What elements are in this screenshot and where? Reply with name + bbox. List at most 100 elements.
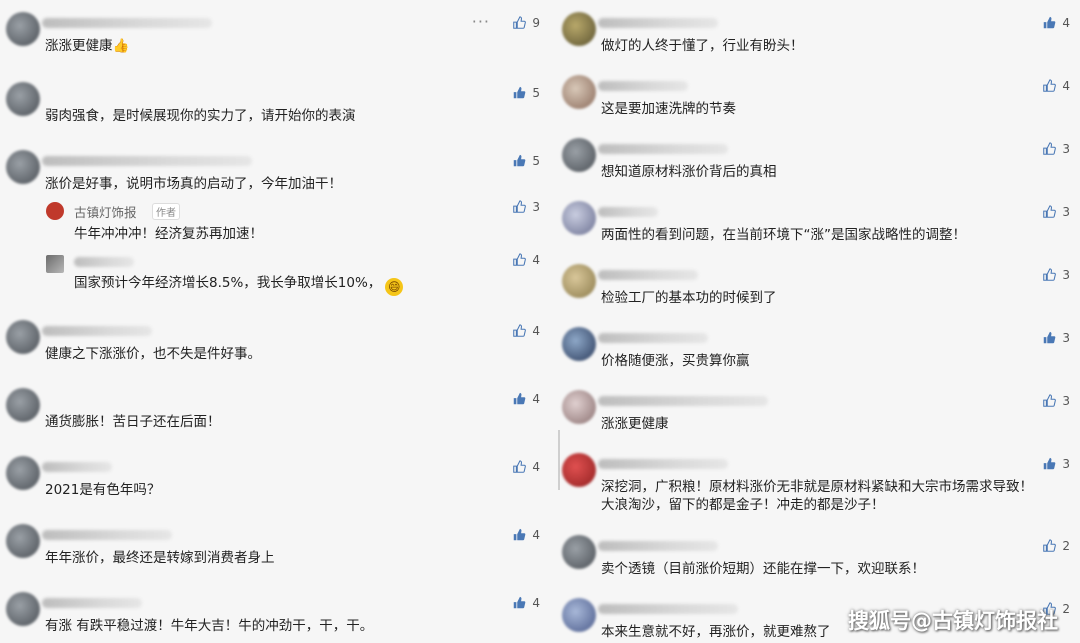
thumb-up-filled-icon: [512, 596, 526, 610]
reply-text: 牛年冲冲冲！经济复苏再加速！: [74, 226, 263, 242]
avatar[interactable]: [6, 82, 40, 116]
avatar[interactable]: [6, 456, 40, 490]
like-button[interactable]: 4: [512, 460, 540, 474]
username-blurred: [42, 156, 252, 166]
avatar[interactable]: [6, 12, 40, 46]
like-button[interactable]: 2: [1042, 539, 1070, 553]
username-blurred: [42, 598, 142, 608]
comment-text: 弱肉强食，是时候展现你的实力了，请开始你的表演: [45, 108, 356, 124]
like-count: 3: [1062, 331, 1070, 345]
like-count: 4: [532, 528, 540, 542]
avatar[interactable]: [562, 535, 596, 569]
comment-text: 价格随便涨，买贵算你赢: [601, 353, 750, 369]
username-blurred: [598, 604, 738, 614]
like-count: 5: [532, 154, 540, 168]
like-button[interactable]: 4: [512, 324, 540, 338]
avatar[interactable]: [46, 255, 64, 273]
like-button[interactable]: 3: [1042, 394, 1070, 408]
like-count: 4: [1062, 16, 1070, 30]
thumb-up-filled-icon: [512, 154, 526, 168]
avatar[interactable]: [562, 327, 596, 361]
username-blurred: [42, 18, 212, 28]
username-blurred: [42, 462, 112, 472]
like-button[interactable]: 4: [512, 392, 540, 406]
avatar[interactable]: [562, 12, 596, 46]
thumb-up-outline-icon: [512, 16, 527, 30]
avatar[interactable]: [6, 150, 40, 184]
avatar[interactable]: [6, 592, 40, 626]
username-blurred: [42, 530, 172, 540]
like-button[interactable]: 5: [512, 86, 540, 100]
avatar[interactable]: [562, 453, 596, 487]
author-avatar[interactable]: [46, 202, 64, 220]
like-count: 3: [1062, 394, 1070, 408]
username-blurred: [598, 270, 698, 280]
comment-text: 做灯的人终于懂了，行业有盼头！: [601, 38, 804, 54]
username-blurred: [74, 257, 134, 267]
thumb-up-filled-icon: [1042, 16, 1056, 30]
thumb-up-outline-icon: [1042, 79, 1057, 93]
like-button[interactable]: 3: [1042, 268, 1070, 282]
avatar[interactable]: [562, 390, 596, 424]
comment-text: 有涨 有跌平稳过渡！牛年大吉！牛的冲劲干，干，干。: [45, 618, 374, 634]
thumb-up-outline-icon: [512, 200, 527, 214]
thumb-up-filled-icon: [512, 86, 526, 100]
like-button[interactable]: 4: [1042, 79, 1070, 93]
like-button[interactable]: 3: [512, 200, 540, 214]
avatar[interactable]: [6, 320, 40, 354]
like-button[interactable]: 3: [1042, 142, 1070, 156]
comment-text: 年年涨价，最终还是转嫁到消费者身上: [45, 550, 275, 566]
username-blurred: [598, 144, 728, 154]
avatar[interactable]: [562, 598, 596, 632]
comment-text: 检验工厂的基本功的时候到了: [601, 290, 777, 306]
like-button[interactable]: 4: [512, 253, 540, 267]
reply-author[interactable]: 古镇灯饰报: [74, 202, 137, 221]
avatar[interactable]: [6, 388, 40, 422]
like-button[interactable]: 4: [1042, 16, 1070, 30]
comment-column-left: 涨涨更健康👍 ··· 9 弱肉强食，是时候展现你的实力了，请开始你的表演 5 涨…: [0, 0, 550, 641]
like-count: 4: [1062, 79, 1070, 93]
username-blurred: [42, 326, 152, 336]
username-blurred: [598, 81, 688, 91]
like-count: 2: [1062, 602, 1070, 616]
like-count: 3: [1062, 142, 1070, 156]
comment-text: 想知道原材料涨价背后的真相: [601, 164, 777, 180]
avatar[interactable]: [562, 138, 596, 172]
comment-text: 两面性的看到问题，在当前环境下“涨”是国家战略性的调整！: [601, 227, 966, 243]
like-count: 2: [1062, 539, 1070, 553]
like-count: 4: [532, 253, 540, 267]
like-button[interactable]: 4: [512, 528, 540, 542]
username-blurred: [598, 207, 658, 217]
thumb-up-outline-icon: [512, 253, 527, 267]
like-button[interactable]: 4: [512, 596, 540, 610]
thumb-up-outline-icon: [512, 460, 527, 474]
comment-text: 这是要加速洗牌的节奏: [601, 101, 736, 117]
username-blurred: [598, 333, 708, 343]
avatar[interactable]: [562, 264, 596, 298]
like-button[interactable]: 3: [1042, 331, 1070, 345]
thumb-up-outline-icon: [1042, 394, 1057, 408]
like-button[interactable]: 3: [1042, 205, 1070, 219]
grin-emoji-icon: 😄: [385, 278, 404, 296]
username-blurred: [598, 396, 768, 406]
more-options-icon[interactable]: ···: [472, 12, 490, 31]
comment-text-line2: 大浪淘沙，留下的都是金子！冲走的都是沙子！: [601, 497, 885, 513]
comment-column-right: 做灯的人终于懂了，行业有盼头！ 4 这是要加速洗牌的节奏 4 想知道原材料涨价背…: [556, 0, 1080, 641]
like-count: 3: [1062, 205, 1070, 219]
thumb-up-outline-icon: [1042, 268, 1057, 282]
like-button[interactable]: 5: [512, 154, 540, 168]
comment-text: 2021是有色年吗？: [45, 482, 161, 498]
username-blurred: [598, 459, 728, 469]
like-count: 3: [532, 200, 540, 214]
like-button[interactable]: 9: [512, 16, 540, 30]
avatar[interactable]: [562, 75, 596, 109]
comment-text: 卖个透镜（目前涨价短期）还能在撑一下，欢迎联系！: [601, 561, 925, 577]
like-button[interactable]: 3: [1042, 457, 1070, 471]
thumb-up-outline-icon: [1042, 142, 1057, 156]
reply-text: 国家预计今年经济增长8.5%，我长争取增长10%， 😄: [74, 271, 404, 296]
like-count: 4: [532, 596, 540, 610]
thumb-up-outline-icon: [1042, 205, 1057, 219]
like-count: 5: [532, 86, 540, 100]
avatar[interactable]: [562, 201, 596, 235]
avatar[interactable]: [6, 524, 40, 558]
